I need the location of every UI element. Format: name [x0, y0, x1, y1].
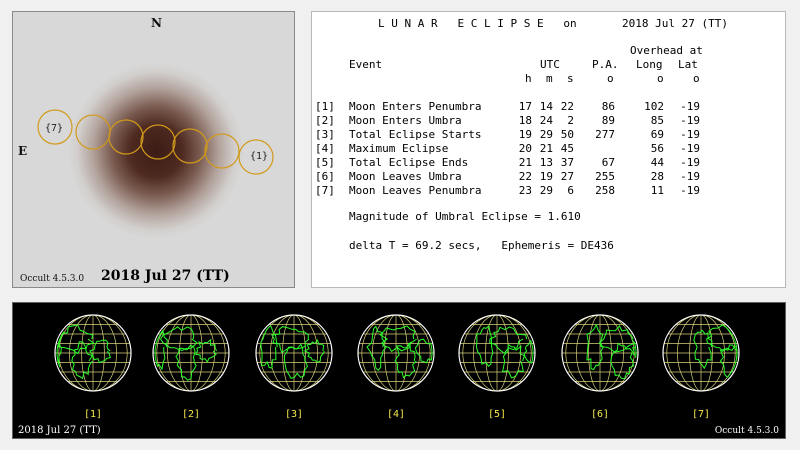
visibility-globe-4 — [357, 314, 435, 392]
event-minute: 19 — [539, 170, 553, 183]
event-minute: 24 — [539, 114, 553, 127]
visibility-globes-panel: [1] [2] [3] [4] [5] [6] [7] 2018 Jul 27 (TT) O… — [12, 302, 786, 439]
event-hour: 21 — [518, 156, 532, 169]
event-number: [1] — [315, 100, 335, 113]
event-latitude: -19 — [680, 100, 700, 113]
event-hour: 20 — [518, 142, 532, 155]
event-hour: 23 — [518, 184, 532, 197]
event-name: Total Eclipse Ends — [349, 156, 469, 169]
event-longitude: 11 — [650, 184, 664, 197]
event-latitude: -19 — [680, 128, 700, 141]
globe-label-4: [4] — [386, 409, 406, 420]
event-second: 27 — [560, 170, 574, 183]
event-second: 45 — [560, 142, 574, 155]
event-name: Moon Leaves Umbra — [349, 170, 462, 183]
event-number: [6] — [315, 170, 335, 183]
globe-label-5: [5] — [487, 409, 507, 420]
event-longitude: 85 — [650, 114, 664, 127]
event-position-angle: 86 — [601, 100, 615, 113]
header-long-degree: o — [657, 72, 664, 85]
event-second: 37 — [560, 156, 574, 169]
event-name: Total Eclipse Starts — [349, 128, 482, 141]
panel-title: L U N A R E C L I P S E on — [378, 17, 577, 30]
event-latitude: -19 — [680, 170, 700, 183]
eclipse-diagram: {7} {1} — [37, 63, 274, 239]
event-second: 6 — [567, 184, 574, 197]
event-name: Moon Leaves Penumbra — [349, 184, 482, 197]
globe-label-2: [2] — [181, 409, 201, 420]
header-seconds: s — [567, 72, 574, 85]
header-hours: h — [525, 72, 532, 85]
header-lat-degree: o — [693, 72, 700, 85]
header-event: Event — [349, 58, 383, 71]
event-hour: 17 — [518, 100, 532, 113]
event-number: [2] — [315, 114, 335, 127]
event-longitude: 69 — [650, 128, 664, 141]
delta-t-ephemeris: delta T = 69.2 secs, Ephemeris = DE436 — [349, 239, 614, 252]
header-utc: UTC — [540, 58, 560, 71]
visibility-globe-7 — [662, 314, 740, 392]
umbral-magnitude: Magnitude of Umbral Eclipse = 1.610 — [349, 210, 581, 223]
event-position-angle: 258 — [595, 184, 615, 197]
header-minutes: m — [546, 72, 553, 85]
event-latitude: -19 — [680, 114, 700, 127]
globes-software-version: Occult 4.5.3.0 — [714, 426, 779, 436]
event-position-angle: 89 — [601, 114, 615, 127]
event-number: [5] — [315, 156, 335, 169]
event-number: [7] — [315, 184, 335, 197]
event-hour: 18 — [518, 114, 532, 127]
globe-label-3: [3] — [284, 409, 304, 420]
visibility-globe-2 — [152, 314, 230, 392]
event-longitude: 28 — [650, 170, 664, 183]
event-latitude: -19 — [680, 142, 700, 155]
event-minute: 29 — [539, 128, 553, 141]
globe-label-1: [1] — [83, 409, 103, 420]
event-number: [3] — [315, 128, 335, 141]
event-name: Moon Enters Penumbra — [349, 100, 482, 113]
globe-label-7: [7] — [691, 409, 711, 420]
event-minute: 21 — [539, 142, 553, 155]
contact-label-7: {7} — [45, 123, 63, 134]
header-lat: Lat — [678, 58, 698, 71]
eclipse-data-panel: L U N A R E C L I P S E on 2018 Jul 27 (… — [311, 11, 786, 288]
event-name: Moon Enters Umbra — [349, 114, 462, 127]
event-longitude: 44 — [650, 156, 664, 169]
contact-label-1: {1} — [250, 151, 268, 162]
header-pa-degree: o — [607, 72, 614, 85]
globes-date: 2018 Jul 27 (TT) — [18, 425, 101, 436]
event-position-angle: 255 — [595, 170, 615, 183]
event-hour: 19 — [518, 128, 532, 141]
globe-label-6: [6] — [590, 409, 610, 420]
header-pa: P.A. — [592, 58, 619, 71]
event-longitude: 56 — [650, 142, 664, 155]
visibility-globe-1 — [54, 314, 132, 392]
visibility-globe-6 — [561, 314, 639, 392]
event-minute: 14 — [539, 100, 553, 113]
east-label: E — [18, 144, 28, 158]
panel-title-date: 2018 Jul 27 (TT) — [622, 17, 728, 30]
event-minute: 13 — [539, 156, 553, 169]
event-minute: 29 — [539, 184, 553, 197]
event-number: [4] — [315, 142, 335, 155]
event-second: 2 — [567, 114, 574, 127]
event-hour: 22 — [518, 170, 532, 183]
software-version: Occult 4.5.3.0 — [20, 274, 85, 284]
event-latitude: -19 — [680, 184, 700, 197]
event-second: 22 — [560, 100, 574, 113]
header-overhead: Overhead at — [630, 44, 703, 57]
visibility-globe-5 — [458, 314, 536, 392]
event-longitude: 102 — [644, 100, 664, 113]
eclipse-diagram-panel: {7} {1} N E Occult 4.5.3.0 2018 Jul 27 (… — [12, 11, 295, 288]
event-second: 50 — [560, 128, 574, 141]
visibility-globe-3 — [255, 314, 333, 392]
event-position-angle: 67 — [601, 156, 615, 169]
eclipse-date: 2018 Jul 27 (TT) — [101, 268, 230, 284]
event-latitude: -19 — [680, 156, 700, 169]
event-position-angle: 277 — [595, 128, 615, 141]
north-label: N — [151, 16, 162, 30]
header-long: Long — [636, 58, 663, 71]
event-name: Maximum Eclipse — [349, 142, 449, 155]
earth-shadow — [68, 63, 244, 239]
